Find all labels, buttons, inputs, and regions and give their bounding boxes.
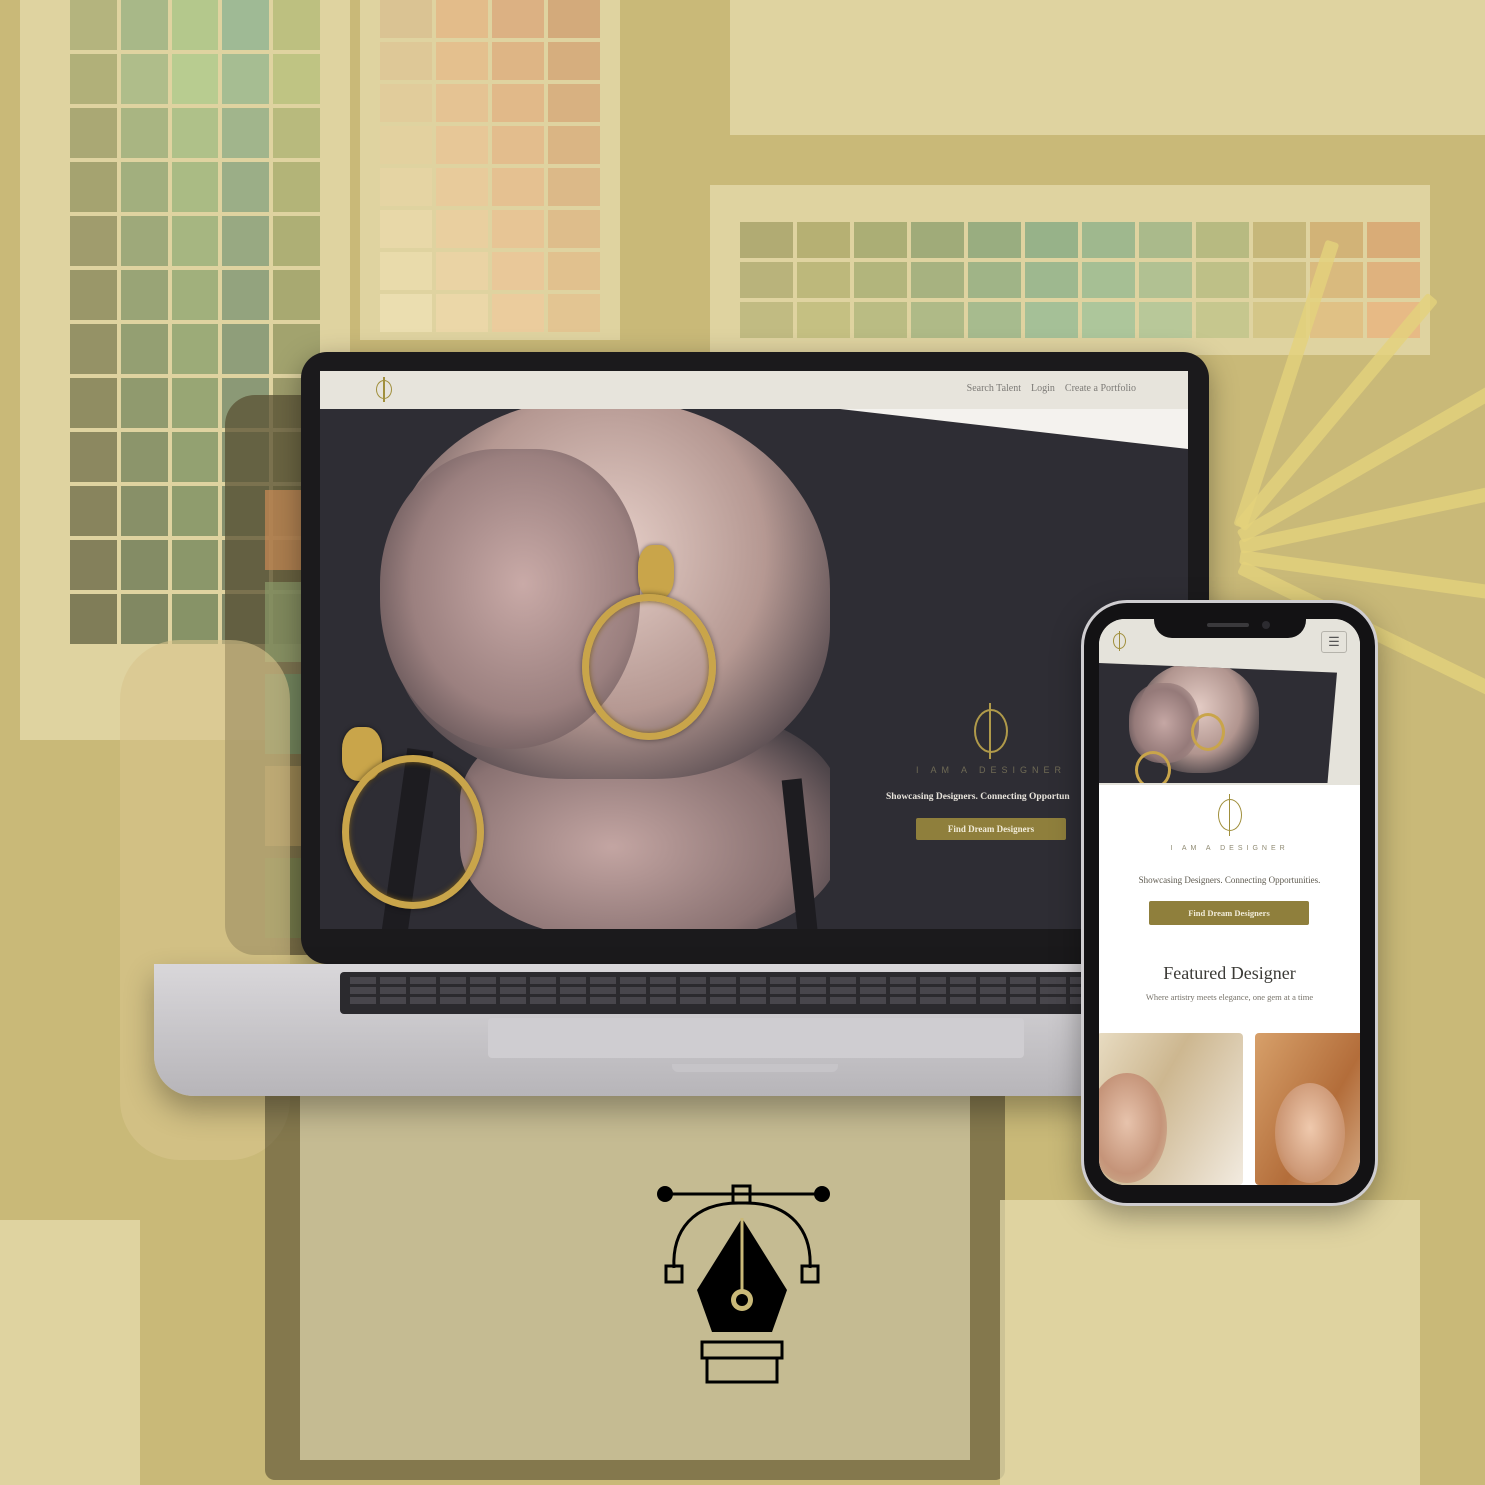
top-navigation: Search Talent Login Create a Portfolio (320, 371, 1188, 409)
mobile-brand: I AM A DESIGNER (1099, 794, 1360, 852)
featured-designer-subtitle: Where artistry meets elegance, one gem a… (1145, 992, 1314, 1002)
earring-hoop (582, 594, 716, 740)
phone-camera (1262, 621, 1270, 629)
mobile-tagline: Showcasing Designers. Connecting Opportu… (1138, 875, 1321, 885)
nav-link-search-talent[interactable]: Search Talent (967, 383, 1021, 394)
featured-designer-title: Featured Designer (1163, 963, 1296, 983)
brand-logo-icon[interactable] (376, 377, 392, 402)
hero-section: I AM A DESIGNER Showcasing Designers. Co… (320, 409, 1188, 929)
earring-knot (638, 545, 674, 599)
mobile-hero (1099, 663, 1360, 785)
nav-link-create-portfolio[interactable]: Create a Portfolio (1065, 383, 1136, 394)
laptop-screen: Search Talent Login Create a Portfolio I… (320, 371, 1188, 929)
mobile-brand-text: I AM A DESIGNER (1170, 845, 1289, 852)
laptop-trackpad (488, 1018, 1024, 1058)
find-dream-designers-button[interactable]: Find Dream Designers (916, 818, 1066, 840)
phone-speaker (1207, 623, 1249, 627)
paper-sheet (0, 1220, 140, 1485)
paper-sheet (1000, 1200, 1420, 1485)
brand-logo-icon[interactable] (1113, 631, 1126, 651)
designer-card[interactable] (1099, 1033, 1243, 1185)
brand-logo-icon (1217, 794, 1242, 836)
laptop-keyboard (340, 972, 1100, 1014)
hero-corner-accent (840, 409, 1188, 449)
nav-links: Search Talent Login Create a Portfolio (967, 383, 1136, 394)
color-swatch-card (730, 0, 1485, 135)
hero-portrait-image (320, 409, 830, 929)
hero-tagline: Showcasing Designers. Connecting Opportu… (886, 792, 1070, 802)
phone-screen: ☰ I AM A DESIGNER Showcasing Designers. … (1099, 619, 1360, 1185)
brand-logo-icon (974, 703, 1008, 759)
pen-tool-icon (657, 1184, 830, 1384)
notebook-page (300, 1060, 970, 1460)
mobile-hero-portrait-image (1099, 663, 1337, 783)
earring-hoop (342, 755, 484, 909)
designer-card[interactable] (1255, 1033, 1360, 1185)
laptop-notch (672, 1064, 838, 1072)
find-dream-designers-button[interactable]: Find Dream Designers (1149, 901, 1309, 925)
hero-brand-text: I AM A DESIGNER (916, 765, 1067, 775)
hero-brand: I AM A DESIGNER (916, 703, 1067, 775)
nav-link-login[interactable]: Login (1031, 383, 1055, 394)
hamburger-menu-icon[interactable]: ☰ (1321, 631, 1347, 653)
color-swatch-grid (380, 0, 600, 332)
